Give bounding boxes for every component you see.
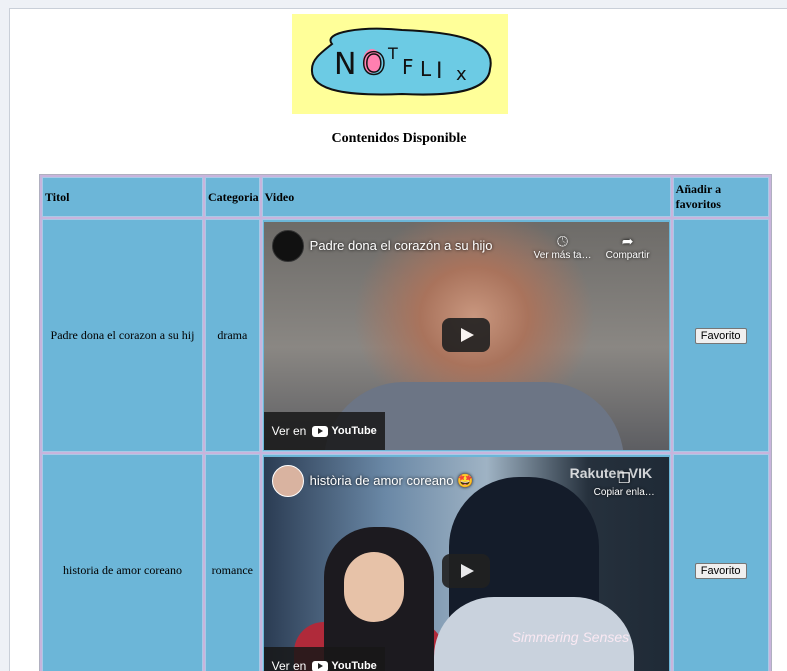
favorite-button[interactable]: Favorito [695, 563, 747, 579]
row-titol: Padre dona el corazon a su hij [42, 219, 203, 452]
watch-later-label: Ver más ta… [534, 250, 592, 261]
table-row: Padre dona el corazon a su hij drama Pad… [42, 219, 769, 452]
youtube-logo: YouTube [312, 660, 376, 671]
header-titol: Titol [42, 177, 203, 217]
svg-text:x: x [456, 64, 467, 85]
share-label: Compartir [606, 250, 650, 261]
copy-link-button[interactable]: ❐ Copiar enla… [594, 469, 655, 498]
copy-link-label: Copiar enla… [594, 487, 655, 498]
youtube-label: YouTube [331, 660, 376, 671]
row-categoria: drama [205, 219, 260, 452]
video-title[interactable]: història de amor coreano 🤩 [310, 473, 474, 489]
youtube-logo: YouTube [312, 425, 376, 437]
table-header-row: Titol Categoria Video Añadir a favoritos [42, 177, 769, 217]
svg-text:T: T [387, 44, 398, 63]
header-favoritos: Añadir a favoritos [673, 177, 769, 217]
video-player[interactable]: Padre dona el corazón a su hijo 🕓︎ Ver m… [264, 222, 669, 450]
logo-drawing: N O T F L I x [292, 14, 508, 114]
watch-later-button[interactable]: 🕓︎ Ver más ta… [534, 232, 592, 261]
row-titol: historia de amor coreano [42, 454, 203, 671]
channel-avatar[interactable] [272, 230, 304, 262]
video-title[interactable]: Padre dona el corazón a su hijo [310, 238, 493, 253]
row-categoria: romance [205, 454, 260, 671]
simmering-senses-watermark: Simmering Senses [512, 629, 630, 645]
thumbnail-girl-face [344, 552, 404, 622]
header-categoria: Categoria [205, 177, 260, 217]
page: N O T F L I x Contenidos Disponible Tito… [9, 8, 787, 671]
favorite-cell: Favorito [673, 454, 769, 671]
video-cell: Padre dona el corazón a su hijo 🕓︎ Ver m… [262, 219, 671, 452]
watch-on-label: Ver en [272, 659, 307, 671]
page-title: Contenidos Disponible [10, 131, 787, 147]
copy-icon: ❐ [594, 469, 655, 487]
youtube-label: YouTube [331, 425, 376, 437]
channel-avatar[interactable] [272, 465, 304, 497]
content-table: Titol Categoria Video Añadir a favoritos… [39, 174, 772, 671]
youtube-play-icon [312, 661, 328, 671]
svg-text:L: L [420, 57, 432, 81]
watch-on-label: Ver en [272, 424, 307, 438]
notflix-logo: N O T F L I x [292, 14, 508, 114]
favorite-button[interactable]: Favorito [695, 328, 747, 344]
logo-text: N [334, 47, 356, 82]
video-player[interactable]: història de amor coreano 🤩 Rakuten VIK ❐… [264, 457, 669, 671]
play-button[interactable] [442, 318, 490, 352]
table-row: historia de amor coreano romance històri… [42, 454, 769, 671]
youtube-play-icon [312, 426, 328, 437]
browser-top-edge [0, 0, 787, 8]
svg-text:F: F [402, 55, 414, 79]
watch-on-youtube-button[interactable]: Ver en YouTube [264, 647, 385, 671]
share-button[interactable]: ➦ Compartir [606, 232, 650, 261]
share-icon: ➦ [606, 232, 650, 250]
header-video: Video [262, 177, 671, 217]
watch-on-youtube-button[interactable]: Ver en YouTube [264, 412, 385, 450]
svg-text:O: O [362, 47, 386, 82]
favorite-cell: Favorito [673, 219, 769, 452]
video-cell: història de amor coreano 🤩 Rakuten VIK ❐… [262, 454, 671, 671]
play-button[interactable] [442, 554, 490, 588]
clock-icon: 🕓︎ [534, 232, 592, 250]
svg-text:I: I [436, 59, 443, 84]
